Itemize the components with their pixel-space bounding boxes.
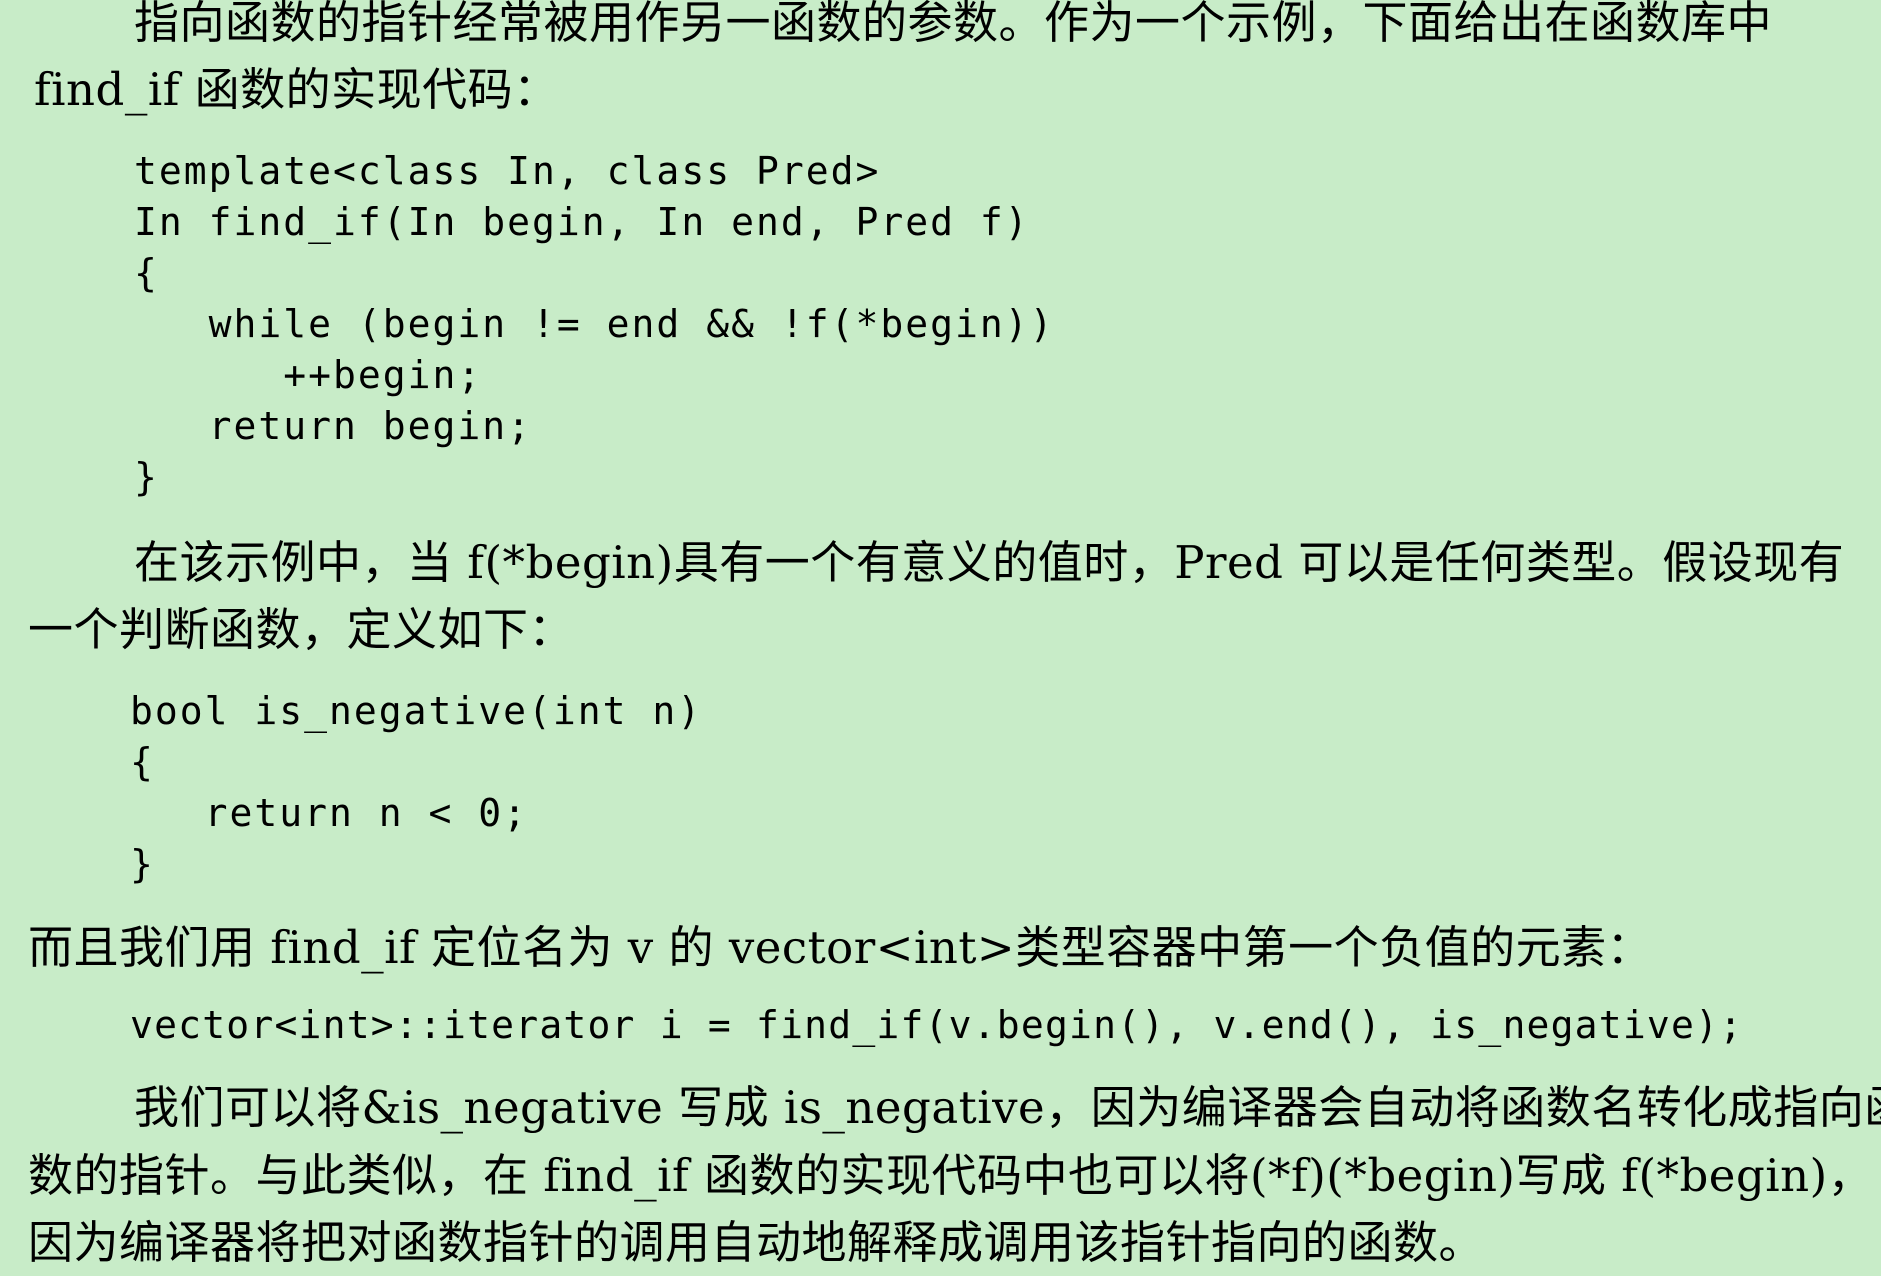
para4-line-3: 因为编译器将把对函数指针的调用自动地解释成调用该指针指向的函数。 [28, 1216, 1485, 1269]
para4-line-1: 我们可以将&is_negative 写成 is_negative，因为编译器会自… [134, 1081, 1881, 1134]
code-line: while (begin != end && !f(*begin)) [134, 302, 1055, 346]
intro-line-2: find_if 函数的实现代码： [34, 63, 559, 116]
para2-line-2: 一个判断函数，定义如下： [28, 603, 575, 656]
code-line: { [134, 251, 159, 295]
code-line: template<class In, class Pred> [134, 149, 881, 193]
code-line: bool is_negative(int n) [130, 689, 703, 733]
code-line: vector<int>::iterator i = find_if(v.begi… [130, 1003, 1744, 1047]
document-page: 指向函数的指针经常被用作另一函数的参数。作为一个示例，下面给出在函数库中 fin… [0, 0, 1881, 1274]
para2-line-1: 在该示例中，当 f(*begin)具有一个有意义的值时，Pred 可以是任何类型… [134, 536, 1845, 589]
code-line: { [130, 740, 155, 784]
code-line: } [134, 455, 159, 499]
code-line: In find_if(In begin, In end, Pred f) [134, 200, 1030, 244]
code-line: return begin; [134, 404, 533, 448]
code-line: } [130, 842, 155, 886]
code-line: return n < 0; [130, 791, 529, 835]
intro-line-1: 指向函数的指针经常被用作另一函数的参数。作为一个示例，下面给出在函数库中 [134, 0, 1773, 49]
para4-line-2: 数的指针。与此类似，在 find_if 函数的实现代码中也可以将(*f)(*be… [28, 1149, 1874, 1202]
code-line: ++begin; [134, 353, 483, 397]
para3-line-1: 而且我们用 find_if 定位名为 v 的 vector<int>类型容器中第… [28, 921, 1653, 974]
